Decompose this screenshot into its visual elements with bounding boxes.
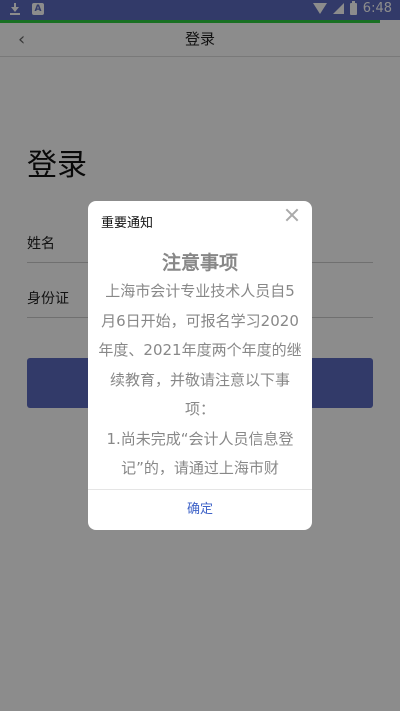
notice-heading: 注意事项 — [161, 252, 238, 274]
close-icon[interactable] — [285, 208, 299, 222]
notice-item: 1.尚未完成“会计人员信息登记”的，请通过上海市财 — [106, 429, 294, 478]
notice-dialog: 重要通知 注意事项 上海市会计专业技术人员自5月6日开始，可报名学习2020年度… — [88, 201, 312, 530]
notice-text: 上海市会计专业技术人员自5月6日开始，可报名学习2020年度、2021年度两个年… — [98, 282, 302, 418]
dialog-body[interactable]: 注意事项 上海市会计专业技术人员自5月6日开始，可报名学习2020年度、2021… — [88, 249, 312, 489]
confirm-button[interactable]: 确定 — [88, 489, 312, 530]
dialog-title: 重要通知 — [101, 216, 154, 231]
